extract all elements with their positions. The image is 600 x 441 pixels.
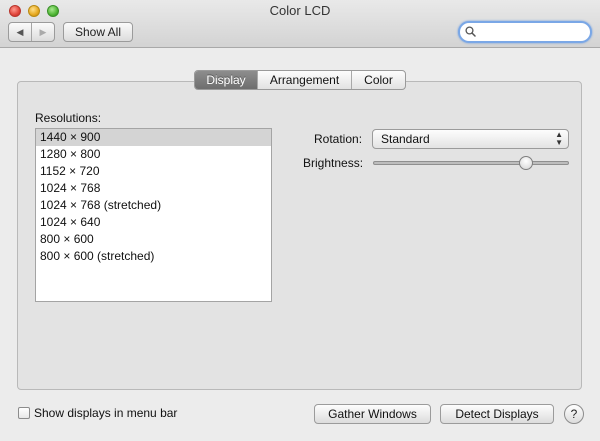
resolution-item[interactable]: 1024 × 640 [36, 214, 271, 231]
back-forward-control: ◀ ▶ [8, 22, 55, 42]
forward-arrow-icon[interactable]: ▶ [32, 23, 54, 41]
tab-arrangement[interactable]: Arrangement [257, 71, 351, 89]
search-icon [465, 26, 476, 37]
rotation-value: Standard [381, 132, 430, 146]
gather-windows-button[interactable]: Gather Windows [314, 404, 431, 424]
show-in-menu-bar-label[interactable]: Show displays in menu bar [34, 406, 177, 420]
show-in-menu-bar-option[interactable]: Show displays in menu bar [18, 406, 177, 420]
window-title: Color LCD [269, 3, 331, 18]
settings-tab-bar: Display Arrangement Color [194, 70, 406, 90]
resolution-item[interactable]: 1024 × 768 (stretched) [36, 197, 271, 214]
search-field[interactable] [458, 21, 592, 43]
back-arrow-icon[interactable]: ◀ [9, 23, 32, 41]
show-in-menu-bar-checkbox[interactable] [18, 407, 30, 419]
rotation-select[interactable]: Standard ▲ ▼ [372, 129, 569, 149]
brightness-label: Brightness: [303, 156, 364, 170]
resolution-item[interactable]: 1024 × 768 [36, 180, 271, 197]
rotation-label: Rotation: [314, 132, 363, 146]
resolutions-list[interactable]: 1440 × 900 1280 × 800 1152 × 720 1024 × … [35, 128, 272, 302]
brightness-slider[interactable] [373, 156, 569, 170]
resolutions-label: Resolutions: [35, 111, 102, 125]
resolution-item[interactable]: 800 × 600 (stretched) [36, 248, 271, 265]
brightness-slider-track[interactable] [373, 161, 569, 165]
resolution-item[interactable]: 1440 × 900 [36, 129, 271, 146]
tab-color[interactable]: Color [351, 71, 405, 89]
detect-displays-button[interactable]: Detect Displays [440, 404, 554, 424]
resolution-item[interactable]: 800 × 600 [36, 231, 271, 248]
brightness-slider-knob[interactable] [518, 156, 533, 170]
updown-chevron-icon: ▲ ▼ [555, 130, 563, 147]
resolution-item[interactable]: 1152 × 720 [36, 163, 271, 180]
search-input[interactable] [478, 24, 586, 40]
help-icon[interactable]: ? [564, 404, 584, 424]
show-all-button[interactable]: Show All [63, 22, 133, 42]
title-bar: Color LCD ◀ ▶ Show All [0, 0, 600, 48]
tab-display[interactable]: Display [195, 71, 257, 89]
resolution-item[interactable]: 1280 × 800 [36, 146, 271, 163]
